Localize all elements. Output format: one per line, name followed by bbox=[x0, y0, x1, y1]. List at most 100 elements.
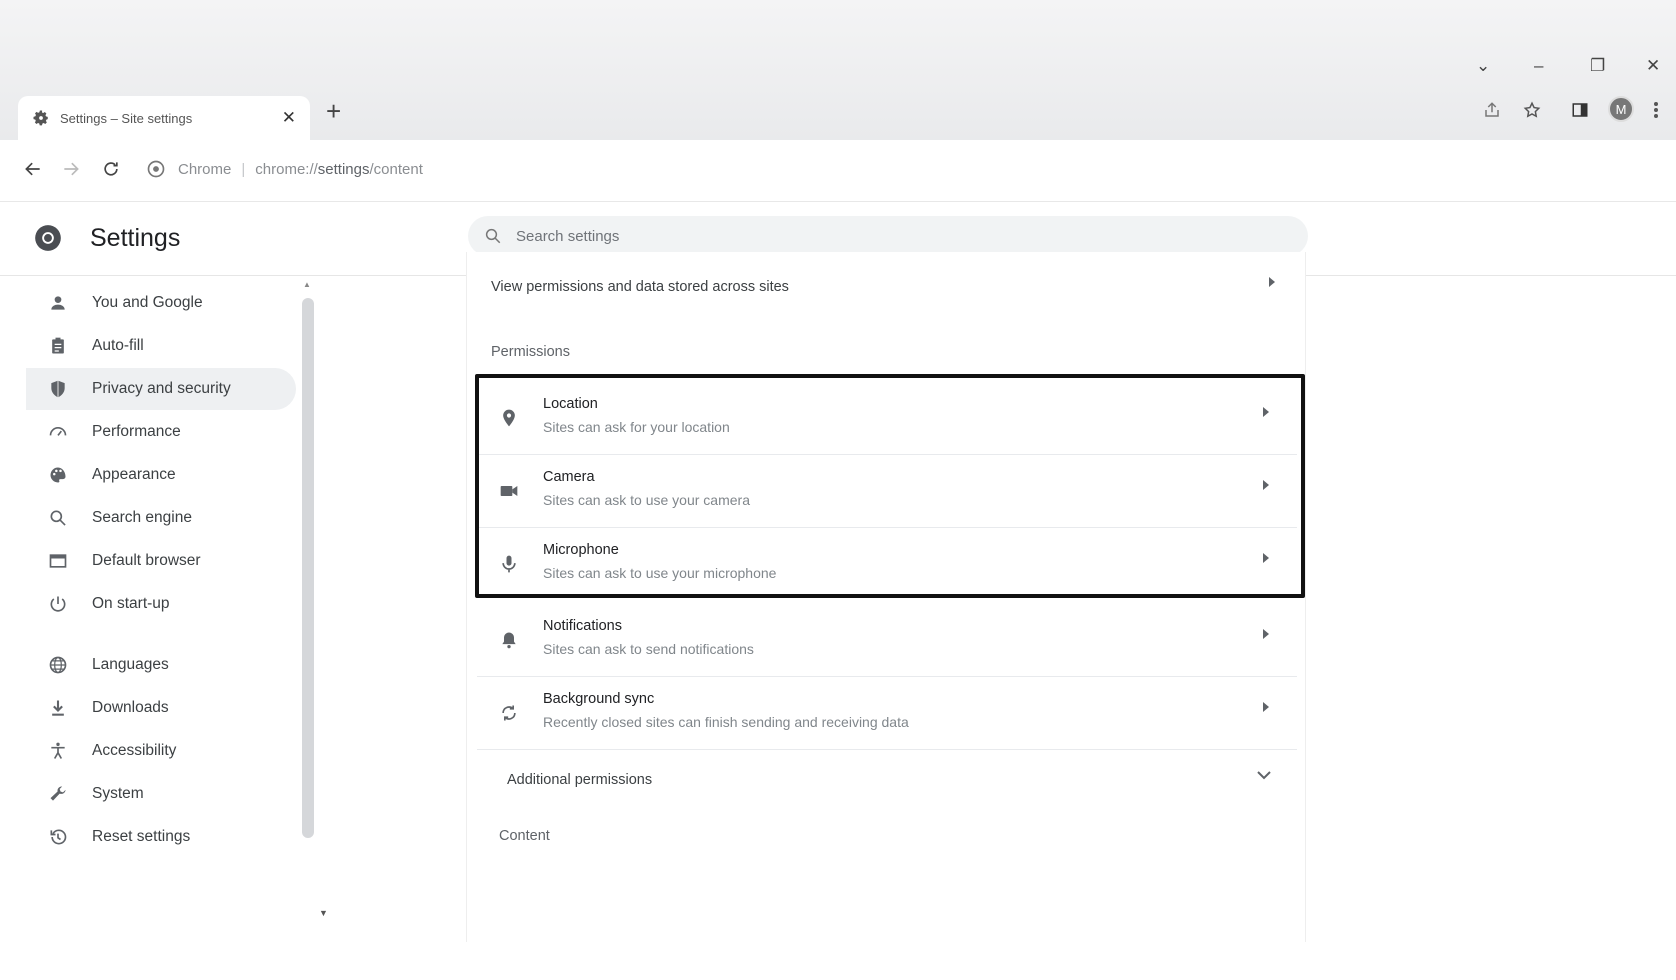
person-icon bbox=[51, 296, 65, 310]
scroll-down-arrow[interactable]: ▼ bbox=[319, 908, 328, 918]
permission-row-camera[interactable]: Camera Sites can ask to use your camera bbox=[477, 455, 1297, 527]
sidebar-item-accessibility[interactable]: Accessibility bbox=[26, 730, 296, 772]
sidebar-item-system[interactable]: System bbox=[26, 773, 296, 815]
sidebar-item-default-browser[interactable]: Default browser bbox=[26, 540, 296, 582]
chrome-site-icon bbox=[147, 160, 165, 178]
sidebar-item-appearance[interactable]: Appearance bbox=[26, 454, 296, 496]
sidebar-item-performance[interactable]: Performance bbox=[26, 411, 296, 453]
url-host: settings bbox=[317, 160, 370, 178]
chevron-right-icon bbox=[1263, 407, 1269, 417]
permission-subtitle: Sites can ask for your location bbox=[543, 419, 730, 435]
chevron-right-icon bbox=[1263, 553, 1269, 563]
sidebar-item-label: Languages bbox=[92, 656, 169, 673]
page-title: Settings bbox=[90, 224, 181, 252]
sidebar-item-downloads[interactable]: Downloads bbox=[26, 687, 296, 729]
camera-icon bbox=[500, 486, 518, 496]
sync-icon bbox=[502, 705, 516, 721]
permissions-heading: Permissions bbox=[491, 344, 570, 360]
sidebar-item-autofill[interactable]: Auto-fill bbox=[26, 325, 296, 367]
sidebar-item-languages[interactable]: Languages bbox=[26, 644, 296, 686]
permission-subtitle: Sites can ask to use your camera bbox=[543, 492, 750, 508]
sidebar-item-label: Accessibility bbox=[92, 742, 177, 759]
view-all-site-data-label: View permissions and data stored across … bbox=[491, 279, 789, 295]
minimize-button[interactable]: – bbox=[1534, 56, 1543, 76]
reload-button[interactable] bbox=[96, 154, 126, 184]
sidebar-item-label: System bbox=[92, 785, 144, 802]
browser-toolbar: Chrome | chrome:// settings /content bbox=[0, 140, 1676, 202]
share-icon[interactable] bbox=[1480, 98, 1504, 122]
search-settings-input[interactable] bbox=[516, 227, 1276, 245]
microphone-icon bbox=[502, 555, 516, 573]
search-icon bbox=[50, 510, 66, 526]
sidebar-item-label: Privacy and security bbox=[92, 380, 231, 397]
permission-title: Background sync bbox=[543, 691, 655, 707]
bookmark-star-icon[interactable] bbox=[1520, 98, 1544, 122]
sidebar-item-label: You and Google bbox=[92, 294, 203, 311]
sidebar-item-you-and-google[interactable]: You and Google bbox=[26, 282, 296, 324]
url-scheme: chrome:// bbox=[255, 160, 318, 178]
permission-title: Location bbox=[543, 396, 598, 412]
permission-title: Camera bbox=[543, 469, 595, 485]
palette-icon bbox=[50, 467, 66, 483]
chevron-right-icon bbox=[1263, 702, 1269, 712]
row-divider bbox=[477, 749, 1297, 750]
tab-settings[interactable]: Settings – Site settings ✕ bbox=[18, 96, 310, 140]
permission-row-notifications[interactable]: Notifications Sites can ask to send noti… bbox=[477, 604, 1297, 676]
tab-title: Settings – Site settings bbox=[60, 110, 193, 126]
search-icon bbox=[485, 228, 501, 244]
sidebar-scrollbar[interactable] bbox=[302, 298, 314, 838]
sidebar-item-label: On start-up bbox=[92, 595, 170, 612]
url-path: /content bbox=[369, 160, 423, 178]
close-window-button[interactable]: ✕ bbox=[1646, 56, 1660, 76]
more-menu-icon[interactable] bbox=[1644, 98, 1668, 122]
tab-search-icon[interactable]: ⌄ bbox=[1476, 56, 1490, 76]
side-panel-icon[interactable] bbox=[1568, 98, 1592, 122]
shield-icon bbox=[51, 380, 65, 398]
sidebar-item-search-engine[interactable]: Search engine bbox=[26, 497, 296, 539]
site-chip: Chrome bbox=[178, 160, 232, 178]
tab-close-icon[interactable]: ✕ bbox=[282, 108, 296, 128]
sidebar-item-reset-settings[interactable]: Reset settings bbox=[26, 816, 296, 858]
profile-avatar[interactable]: M bbox=[1608, 96, 1634, 122]
gauge-icon bbox=[49, 427, 67, 436]
location-pin-icon bbox=[503, 409, 515, 427]
sidebar-item-label: Appearance bbox=[92, 466, 176, 483]
address-bar[interactable]: Chrome | chrome:// settings /content bbox=[146, 150, 1436, 188]
chrome-logo-icon bbox=[35, 225, 61, 251]
settings-sidebar: You and Google Auto-fill Privacy and sec… bbox=[18, 282, 318, 942]
search-settings-box[interactable] bbox=[468, 216, 1308, 256]
sidebar-item-label: Reset settings bbox=[92, 828, 191, 845]
chevron-down-icon bbox=[1257, 771, 1271, 780]
forward-button[interactable] bbox=[56, 154, 86, 184]
sidebar-item-label: Default browser bbox=[92, 552, 201, 569]
maximize-button[interactable]: ❐ bbox=[1590, 56, 1605, 76]
sidebar-item-privacy-and-security[interactable]: Privacy and security bbox=[26, 368, 296, 410]
globe-icon bbox=[49, 656, 67, 674]
permission-row-microphone[interactable]: Microphone Sites can ask to use your mic… bbox=[477, 528, 1297, 600]
additional-permissions-expander[interactable]: Additional permissions bbox=[477, 752, 1297, 810]
tab-strip: Settings – Site settings ✕ + ⌄ – ❐ ✕ M bbox=[0, 0, 1676, 140]
new-tab-button[interactable]: + bbox=[326, 98, 341, 124]
chevron-right-icon bbox=[1263, 480, 1269, 490]
view-all-site-data-row[interactable]: View permissions and data stored across … bbox=[467, 252, 1307, 322]
permission-row-location[interactable]: Location Sites can ask for your location bbox=[477, 382, 1297, 454]
site-settings-card: View permissions and data stored across … bbox=[466, 252, 1306, 942]
back-button[interactable] bbox=[18, 154, 48, 184]
reload-icon bbox=[104, 162, 118, 176]
browser-window-icon bbox=[49, 554, 67, 568]
gear-icon bbox=[33, 110, 48, 126]
chevron-right-icon bbox=[1269, 277, 1275, 287]
arrow-left-icon bbox=[25, 162, 40, 176]
permission-row-background-sync[interactable]: Background sync Recently closed sites ca… bbox=[477, 677, 1297, 749]
permission-title: Microphone bbox=[543, 542, 619, 558]
additional-permissions-label: Additional permissions bbox=[507, 772, 653, 788]
scroll-up-arrow[interactable]: ▲ bbox=[303, 280, 311, 289]
sidebar-item-on-startup[interactable]: On start-up bbox=[26, 583, 296, 625]
arrow-right-icon bbox=[64, 162, 79, 176]
sidebar-item-label: Downloads bbox=[92, 699, 169, 716]
download-icon bbox=[52, 700, 64, 716]
sidebar-item-label: Auto-fill bbox=[92, 337, 144, 354]
accessibility-icon bbox=[51, 742, 65, 759]
permission-subtitle: Sites can ask to send notifications bbox=[543, 641, 754, 657]
content-heading: Content bbox=[499, 828, 550, 844]
